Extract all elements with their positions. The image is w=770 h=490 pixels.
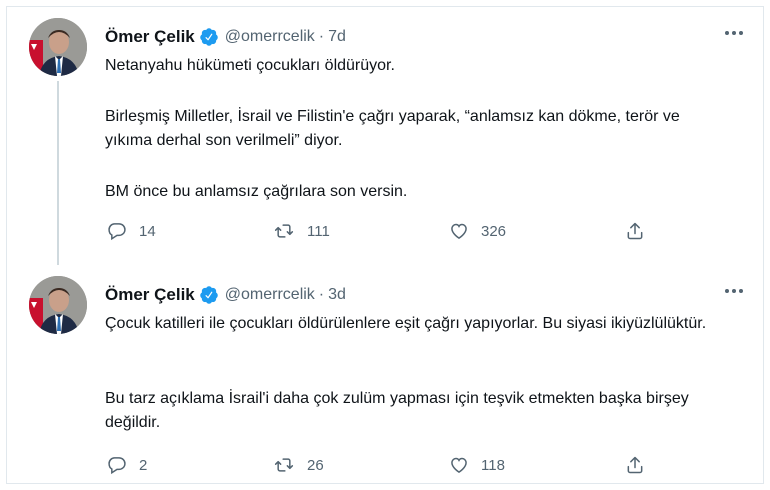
tweet-text: Netanyahu hükümeti çocukları öldürüyor. (105, 54, 725, 78)
tweet[interactable]: Ömer Çelik @omerrcelik · 3d Çocuk katill… (7, 265, 765, 485)
reply-count: 2 (139, 456, 148, 474)
tweet-paragraph: Bu tarz açıklama İsrail'i daha çok zulüm… (105, 390, 689, 431)
author-handle[interactable]: @omerrcelik (225, 28, 315, 46)
reply-icon (108, 223, 126, 241)
thread-connector (57, 81, 59, 265)
tweet-header: Ömer Çelik @omerrcelik · 3d (105, 283, 346, 307)
verified-badge-icon (199, 27, 219, 47)
tweet-text: Birleşmiş Milletler, İsrail ve Filistin'… (105, 105, 725, 153)
reply-button[interactable]: 14 (107, 221, 156, 241)
timestamp[interactable]: 3d (328, 286, 346, 304)
heart-icon (451, 457, 467, 473)
tweet-actions: 14 111 326 (105, 221, 665, 245)
retweet-button[interactable]: 111 (273, 221, 330, 241)
author-name[interactable]: Ömer Çelik (105, 285, 195, 305)
share-icon (627, 456, 643, 474)
tweet-paragraph: Netanyahu hükümeti çocukları öldürüyor. (105, 57, 395, 74)
retweet-button[interactable]: 26 (273, 455, 324, 475)
retweet-count: 111 (307, 222, 330, 240)
separator-dot: · (318, 286, 325, 303)
share-button[interactable] (625, 455, 645, 475)
like-button[interactable]: 326 (449, 221, 506, 241)
tweet-text: Bu tarz açıklama İsrail'i daha çok zulüm… (105, 387, 725, 435)
retweet-icon (274, 224, 294, 238)
retweet-icon (274, 458, 294, 472)
tweet-paragraph: BM önce bu anlamsız çağrılara son versin… (105, 183, 408, 200)
tweet-paragraph: Çocuk katilleri ile çocukları öldürülenl… (105, 315, 707, 332)
tweet-actions: 2 26 118 (105, 455, 665, 479)
heart-icon (451, 223, 467, 239)
timeline: Ömer Çelik @omerrcelik · 7d Netanyahu hü… (6, 6, 764, 484)
tweet-text: Çocuk katilleri ile çocukları öldürülenl… (105, 312, 725, 336)
more-icon[interactable] (721, 281, 747, 301)
share-icon (627, 222, 643, 240)
like-count: 326 (481, 222, 507, 240)
avatar[interactable] (29, 18, 87, 76)
tweet[interactable]: Ömer Çelik @omerrcelik · 7d Netanyahu hü… (7, 7, 765, 265)
reply-icon (108, 457, 126, 475)
more-icon[interactable] (721, 23, 747, 43)
reply-count: 14 (139, 222, 156, 240)
like-button[interactable]: 118 (449, 455, 505, 475)
separator-dot: · (318, 28, 325, 45)
tweet-paragraph: Birleşmiş Milletler, İsrail ve Filistin'… (105, 108, 680, 149)
avatar[interactable] (29, 276, 87, 334)
avatar-image (29, 276, 87, 334)
timestamp[interactable]: 7d (328, 28, 346, 46)
tweet-header: Ömer Çelik @omerrcelik · 7d (105, 25, 346, 49)
like-count: 118 (481, 456, 505, 474)
reply-button[interactable]: 2 (107, 455, 147, 475)
tweet-text: BM önce bu anlamsız çağrılara son versin… (105, 180, 725, 204)
retweet-count: 26 (307, 456, 324, 474)
author-handle[interactable]: @omerrcelik (225, 286, 315, 304)
verified-badge-icon (199, 285, 219, 305)
share-button[interactable] (625, 221, 645, 241)
author-name[interactable]: Ömer Çelik (105, 27, 195, 47)
avatar-image (29, 18, 87, 76)
